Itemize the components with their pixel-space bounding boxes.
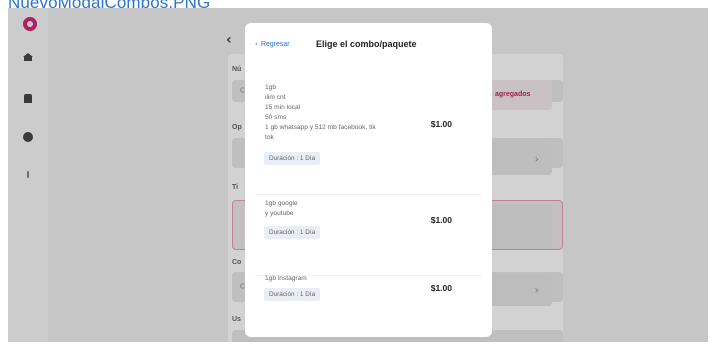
operator-label: Op [232, 124, 242, 131]
modal-header: ‹ Regresar Elige el combo/paquete [245, 23, 492, 63]
combo-description: 1gb google y youtube [265, 199, 298, 219]
combo-line: 1 gb whatsapp y 512 mb facebook, tik [265, 124, 376, 131]
chevron-right-icon: › [534, 152, 539, 166]
sidebar [8, 8, 48, 342]
user-label: Us [232, 316, 241, 323]
back-button[interactable]: ‹ Regresar [255, 40, 290, 48]
combo-modal: ‹ Regresar Elige el combo/paquete 1gb ili… [245, 23, 492, 337]
combo-line: 1gb instagram [265, 275, 307, 282]
combo-description: 1gb ilim cnt 15 min local 50 sms 1 gb wh… [265, 83, 376, 143]
type-label: Ti [232, 184, 239, 191]
combo-description: 1gb instagram [265, 274, 307, 284]
number-label: Nú [232, 66, 242, 73]
duration-badge: Duración : 1 Día [264, 288, 321, 301]
combo-price: $1.00 [430, 119, 452, 129]
combo-price: $1.00 [430, 283, 452, 293]
gear-icon[interactable] [24, 133, 32, 141]
store-icon[interactable] [24, 94, 32, 103]
page-back-icon[interactable]: ‹ [226, 32, 232, 48]
brand-logo-icon [23, 17, 37, 31]
combo-line: y youtube [265, 210, 294, 217]
combo-option[interactable]: 1gb google y youtube Duración : 1 Día $1… [255, 197, 482, 276]
combo-line: tok [265, 134, 274, 141]
combo-line: 50 sms [265, 114, 287, 121]
combo-price: $1.00 [430, 215, 452, 225]
combo-label: Co [232, 259, 242, 266]
combo-line: 15 min local [265, 104, 301, 111]
home-icon[interactable] [23, 53, 33, 61]
chevron-right-icon: › [534, 283, 539, 297]
back-button-label: Regresar [260, 41, 290, 48]
combo-option[interactable]: 1gb ilim cnt 15 min local 50 sms 1 gb wh… [255, 81, 482, 195]
combo-line: 1gb google [265, 200, 298, 207]
combo-line: ilim cnt [265, 94, 286, 101]
chevron-left-icon: ‹ [255, 40, 258, 48]
combo-line: 1gb [265, 84, 277, 91]
more-icon[interactable] [27, 171, 29, 178]
combo-option[interactable]: 1gb instagram Duración : 1 Día $1.00 [255, 275, 482, 337]
duration-badge: Duración : 1 Día [264, 226, 321, 239]
duration-badge: Duración : 1 Día [264, 152, 321, 165]
modal-title: Elige el combo/paquete [316, 39, 417, 49]
